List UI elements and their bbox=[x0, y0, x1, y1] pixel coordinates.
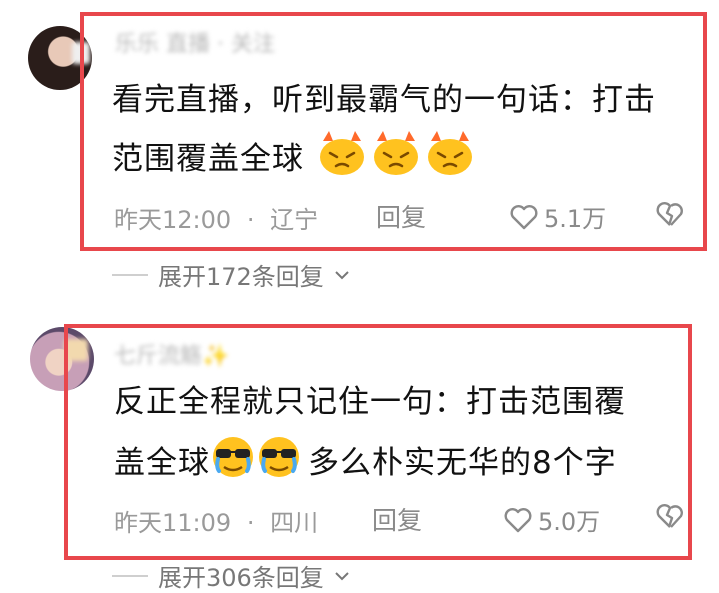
username[interactable]: 乐乐 直播 · 关注 bbox=[115, 26, 275, 58]
chevron-down-icon bbox=[335, 270, 349, 279]
like-count: 5.0万 bbox=[538, 508, 601, 536]
divider bbox=[112, 574, 148, 577]
broken-heart-icon bbox=[656, 202, 683, 226]
like-button[interactable]: 5.0万 bbox=[504, 502, 600, 537]
meta-separator: · bbox=[246, 206, 255, 234]
reply-button[interactable]: 回复 bbox=[372, 501, 422, 537]
dislike-button[interactable] bbox=[656, 503, 684, 533]
comment-location: 辽宁 bbox=[270, 206, 319, 234]
comment-location: 四川 bbox=[270, 509, 319, 537]
comment-text-segment: 多么朴实无华的8个字 bbox=[308, 445, 617, 481]
expand-replies-button[interactable]: 展开306条回复 bbox=[112, 558, 350, 593]
comment-text-line: 反正全程就只记住一句：打击范围覆 bbox=[114, 384, 626, 420]
chevron-down-icon bbox=[335, 571, 349, 580]
comment-meta: 昨天11:09 · 四川 bbox=[114, 503, 318, 538]
comment-text-line: 看完直播，听到最霸气的一句话：打击 bbox=[112, 82, 656, 118]
username[interactable]: 七斤流觞✨ bbox=[114, 338, 229, 370]
broken-heart-icon bbox=[656, 504, 683, 528]
dislike-button[interactable] bbox=[656, 201, 684, 231]
comment-card: 乐乐 直播 · 关注 看完直播，听到最霸气的一句话：打击 范围覆盖全球 昨天12… bbox=[0, 0, 719, 300]
comment-text-line: 范围覆盖全球 bbox=[112, 127, 477, 194]
angry-fire-face-icon bbox=[423, 127, 477, 194]
angry-fire-face-icon bbox=[369, 127, 423, 194]
comment-time: 昨天12:00 bbox=[114, 206, 232, 234]
expand-replies-button[interactable]: 展开172条回复 bbox=[112, 257, 350, 292]
reply-button[interactable]: 回复 bbox=[376, 198, 426, 234]
expand-replies-label: 展开172条回复 bbox=[158, 263, 324, 291]
comment-card: 七斤流觞✨ 反正全程就只记住一句：打击范围覆 盖全球 多么朴实无华的8个字 昨天… bbox=[0, 300, 719, 592]
comment-time: 昨天11:09 bbox=[114, 509, 232, 537]
comment-meta: 昨天12:00 · 辽宁 bbox=[114, 200, 318, 235]
sunglasses-tears-face-icon bbox=[256, 433, 302, 496]
angry-fire-face-icon bbox=[315, 127, 369, 194]
like-count: 5.1万 bbox=[544, 205, 607, 233]
avatar[interactable] bbox=[30, 327, 94, 391]
comment-text-segment: 盖全球 bbox=[114, 445, 210, 481]
meta-separator: · bbox=[246, 509, 255, 537]
divider bbox=[112, 273, 148, 276]
heart-icon bbox=[504, 507, 532, 532]
avatar-blur-mask bbox=[64, 339, 88, 361]
expand-replies-label: 展开306条回复 bbox=[158, 564, 324, 592]
heart-icon bbox=[510, 204, 538, 229]
comment-text-segment: 范围覆盖全球 bbox=[112, 141, 304, 177]
comment-text-line: 盖全球 多么朴实无华的8个字 bbox=[114, 433, 617, 496]
like-button[interactable]: 5.1万 bbox=[510, 199, 606, 234]
avatar[interactable] bbox=[28, 26, 92, 90]
avatar-blur-mask bbox=[72, 42, 90, 64]
sunglasses-tears-face-icon bbox=[210, 433, 256, 496]
